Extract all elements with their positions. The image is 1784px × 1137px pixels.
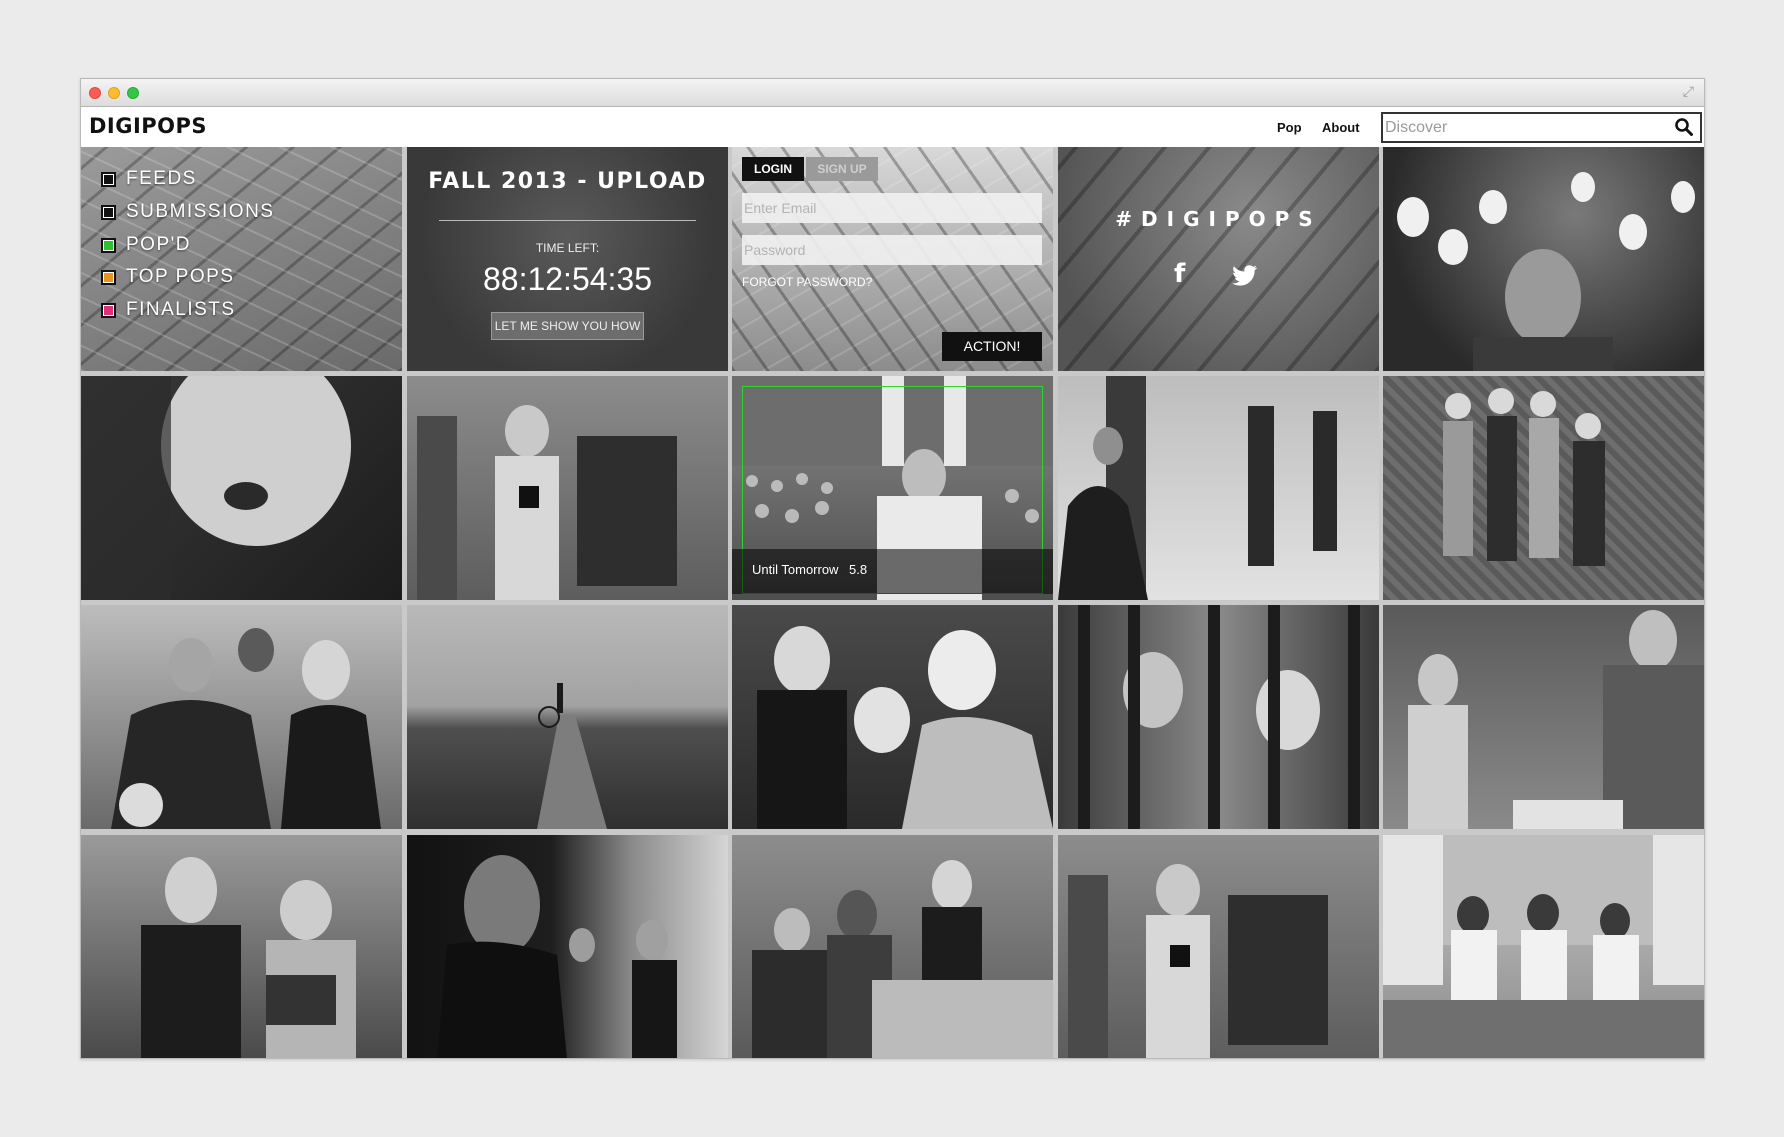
menu-item-top-pops[interactable]: TOP POPS [101, 266, 235, 287]
film-tile[interactable] [81, 605, 402, 829]
email-field[interactable] [742, 193, 1042, 223]
navbar: DIGIPOPS Pop About [81, 108, 1704, 147]
menu-bullet-color [103, 271, 114, 283]
divider [439, 220, 696, 221]
menu-bullet-color [103, 206, 114, 218]
menu-item-label: FINALISTS [126, 299, 236, 320]
film-still [417, 405, 677, 600]
film-tile[interactable] [732, 605, 1053, 829]
social-panel: #DIGIPOPS f [1058, 147, 1379, 371]
film-still [111, 628, 381, 829]
menu-bullet [101, 302, 116, 318]
zoom-window-button[interactable] [127, 87, 139, 99]
film-tile[interactable] [1383, 605, 1704, 829]
hashtag-title: #DIGIPOPS [1115, 207, 1322, 231]
film-still [1408, 610, 1704, 829]
film-tile[interactable] [1058, 835, 1379, 1058]
film-tile[interactable] [81, 376, 402, 600]
time-left-label: TIME LEFT: [535, 241, 600, 255]
menu-item-label: FEEDS [126, 168, 197, 189]
menu-item-popd[interactable]: POP'D [101, 234, 191, 255]
film-tile[interactable] [732, 835, 1053, 1058]
site-logo[interactable]: DIGIPOPS [89, 114, 207, 138]
film-still [141, 857, 356, 1058]
minimize-window-button[interactable] [108, 87, 120, 99]
search-box [1381, 112, 1702, 143]
upload-panel: FALL 2013 - UPLOAD TIME LEFT: 88:12:54:3… [407, 147, 728, 371]
film-still [752, 860, 1053, 1058]
nav-link-about[interactable]: About [1322, 120, 1360, 135]
film-tile[interactable] [1058, 605, 1379, 829]
password-field[interactable] [742, 235, 1042, 265]
film-still [1397, 172, 1695, 371]
forgot-password-link[interactable]: FORGOT PASSWORD? [742, 275, 872, 289]
facebook-icon[interactable]: f [1174, 259, 1185, 289]
search-icon[interactable] [1674, 117, 1694, 137]
menu-item-submissions[interactable]: SUBMISSIONS [101, 201, 275, 222]
film-score: 5.8 [849, 562, 868, 577]
close-window-button[interactable] [89, 87, 101, 99]
film-title: Until Tomorrow [752, 562, 839, 577]
film-still [537, 683, 607, 829]
film-info-overlay: Until Tomorrow 5.8 [732, 549, 1053, 594]
film-tile[interactable] [407, 605, 728, 829]
film-still [1058, 376, 1337, 600]
menu-item-label: POP'D [126, 234, 191, 255]
menu-bullet-color [103, 173, 114, 185]
menu-item-label: SUBMISSIONS [126, 201, 275, 222]
film-still [757, 626, 1053, 829]
action-button[interactable]: ACTION! [942, 332, 1042, 361]
countdown-timer: 88:12:54:35 [482, 261, 653, 297]
film-still [1443, 388, 1605, 566]
film-tile[interactable] [81, 835, 402, 1058]
menu-bullet-color [103, 304, 114, 316]
twitter-icon[interactable] [1232, 265, 1258, 287]
film-still [1078, 605, 1360, 829]
menu-item-finalists[interactable]: FINALISTS [101, 299, 236, 320]
menu-item-label: TOP POPS [126, 266, 235, 287]
film-still [1068, 864, 1328, 1058]
film-tile[interactable] [1383, 147, 1704, 371]
menu-bullet [101, 171, 116, 187]
film-tile[interactable] [1383, 835, 1704, 1058]
menu-bullet-color [103, 239, 114, 251]
tab-login[interactable]: LOGIN [742, 157, 804, 181]
content-grid: FEEDS SUBMISSIONS POP'D TOP POPS FINALIS… [81, 147, 1704, 1058]
tab-sign-up[interactable]: SIGN UP [806, 157, 878, 181]
nav-link-pop[interactable]: Pop [1277, 120, 1302, 135]
menu-item-feeds[interactable]: FEEDS [101, 168, 197, 189]
login-panel: LOGIN SIGN UP FORGOT PASSWORD? ACTION! [732, 147, 1053, 371]
menu-panel: FEEDS SUBMISSIONS POP'D TOP POPS FINALIS… [81, 147, 402, 371]
show-me-how-button[interactable]: LET ME SHOW YOU HOW [491, 312, 644, 340]
film-still [437, 855, 677, 1058]
featured-film-tile[interactable]: Until Tomorrow 5.8 [732, 376, 1053, 600]
film-tile[interactable] [1058, 376, 1379, 600]
menu-bullet [101, 237, 116, 253]
film-tile[interactable] [407, 835, 728, 1058]
fullscreen-icon[interactable]: ⤢ [1683, 84, 1694, 100]
search-input[interactable] [1383, 114, 1663, 141]
menu-bullet [101, 204, 116, 220]
menu-bullet [101, 269, 116, 285]
film-tile[interactable] [407, 376, 728, 600]
film-still [81, 376, 351, 600]
browser-window: ⤢ DIGIPOPS Pop About FEEDS SUBMISSIONS [80, 78, 1705, 1059]
film-still [1383, 835, 1704, 1058]
upload-title: FALL 2013 - UPLOAD [428, 169, 707, 194]
title-bar: ⤢ [81, 79, 1704, 107]
film-tile[interactable] [1383, 376, 1704, 600]
